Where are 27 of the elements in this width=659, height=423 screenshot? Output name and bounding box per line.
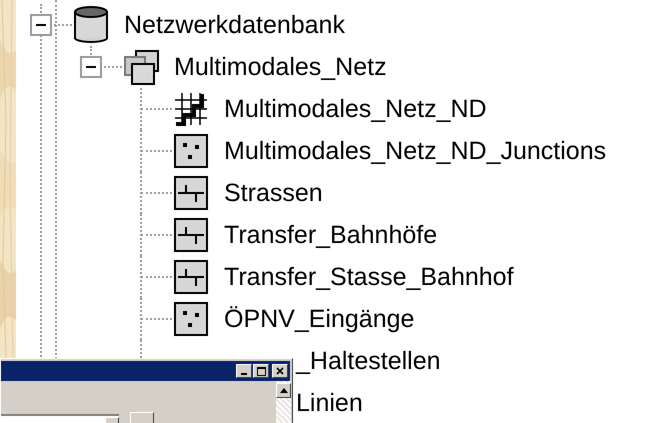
line-layer-icon [172,258,210,296]
point-layer-icon [172,300,210,338]
tree-item-label[interactable]: Linien [296,388,363,418]
collapse-toggle[interactable] [30,14,52,36]
point-layer-icon [172,132,210,170]
tree-item-label[interactable]: Transfer_Stasse_Bahnhof [224,262,514,292]
tree-item-label[interactable]: Transfer_Bahnhöfe [224,220,438,250]
tree-item-label[interactable]: Strassen [224,178,323,208]
collapse-toggle[interactable] [80,56,102,78]
line-layer-icon [172,174,210,212]
minimize-button[interactable] [236,364,252,378]
tree-item-label[interactable]: Multimodales_Netz [174,52,387,82]
scroll-up-button[interactable] [276,383,291,398]
tree-item-label[interactable]: ÖPNV_Eingänge [224,304,414,334]
close-icon [276,367,284,375]
line-layer-icon [172,216,210,254]
database-icon [72,6,110,44]
tree-item-label[interactable]: Multimodales_Netz_ND [224,94,487,124]
feature-dataset-icon [122,48,160,86]
maximize-icon [256,366,266,376]
tree-item-label[interactable]: _Haltestellen [296,346,441,376]
maximize-button[interactable] [253,364,269,378]
tree-item-label[interactable]: Netzwerkdatenbank [124,10,345,40]
tree-item-label[interactable]: Multimodales_Netz_ND_Junctions [224,136,606,166]
close-button[interactable] [272,364,288,378]
up-arrow-icon [280,388,288,393]
scrollbar[interactable] [276,381,291,423]
